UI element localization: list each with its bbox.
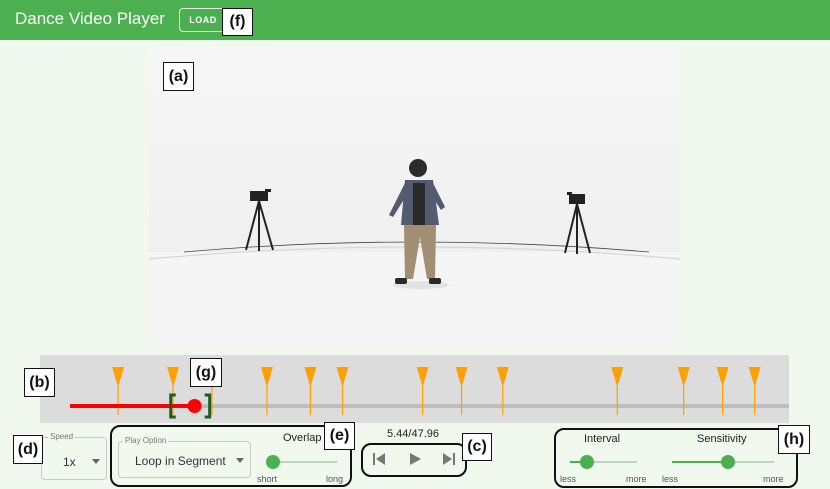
- interval-min-label: less: [560, 474, 577, 484]
- beat-marker[interactable]: [260, 367, 273, 387]
- speed-select[interactable]: Speed 1x: [41, 432, 107, 480]
- video-player[interactable]: [149, 47, 680, 346]
- overlap-max-label: long: [326, 474, 344, 484]
- beat-marker[interactable]: [677, 367, 690, 387]
- speed-label: Speed: [48, 432, 76, 441]
- app-bar: Dance Video Player LOAD: [0, 0, 830, 40]
- interval-slider-thumb[interactable]: [579, 455, 594, 469]
- beat-marker[interactable]: [716, 367, 729, 387]
- video-frame: [149, 47, 680, 346]
- load-button[interactable]: LOAD: [179, 8, 227, 32]
- play-option-select[interactable]: Play Option Loop in Segment: [118, 436, 251, 478]
- speed-value: 1x: [63, 455, 76, 469]
- callout-g: (g): [190, 358, 222, 387]
- beat-marker[interactable]: [304, 367, 317, 387]
- timeline-graphic[interactable]: [40, 355, 789, 423]
- callout-a: (a): [163, 62, 194, 91]
- beat-marker[interactable]: [496, 367, 509, 387]
- interval-max-label: more: [626, 474, 647, 484]
- beat-marker[interactable]: [611, 367, 624, 387]
- beat-marker[interactable]: [167, 367, 180, 387]
- callout-e: (e): [324, 422, 355, 450]
- overlap-slider-thumb[interactable]: [266, 455, 280, 469]
- chevron-down-icon: [92, 459, 100, 464]
- play-option-value: Loop in Segment: [135, 454, 226, 468]
- beat-marker[interactable]: [455, 367, 468, 387]
- beat-marker[interactable]: [748, 367, 761, 387]
- sensitivity-label: Sensitivity: [697, 433, 747, 445]
- callout-b: (b): [24, 368, 55, 397]
- timeline[interactable]: [40, 355, 789, 423]
- skip-next-icon[interactable]: [441, 451, 457, 467]
- interval-label: Interval: [584, 433, 621, 445]
- overlap-min-label: short: [257, 474, 278, 484]
- sensitivity-slider-thumb[interactable]: [721, 455, 736, 469]
- beat-marker[interactable]: [336, 367, 349, 387]
- sensitivity-min-label: less: [662, 474, 679, 484]
- play-icon[interactable]: [407, 451, 423, 467]
- beat-marker[interactable]: [416, 367, 429, 387]
- overlap-label: Overlap: [283, 432, 322, 444]
- callout-d: (d): [13, 435, 43, 464]
- skip-previous-icon[interactable]: [371, 451, 387, 467]
- play-option-label: Play Option: [123, 436, 169, 445]
- chevron-down-icon: [236, 458, 244, 463]
- time-readout: 5.44/47.96: [387, 428, 439, 440]
- app-title: Dance Video Player: [15, 9, 165, 28]
- callout-h: (h): [778, 425, 810, 454]
- callout-f: (f): [222, 8, 253, 36]
- playhead[interactable]: [187, 399, 202, 413]
- callout-c: (c): [462, 433, 492, 461]
- sensitivity-max-label: more: [763, 474, 784, 484]
- beat-marker[interactable]: [112, 367, 125, 387]
